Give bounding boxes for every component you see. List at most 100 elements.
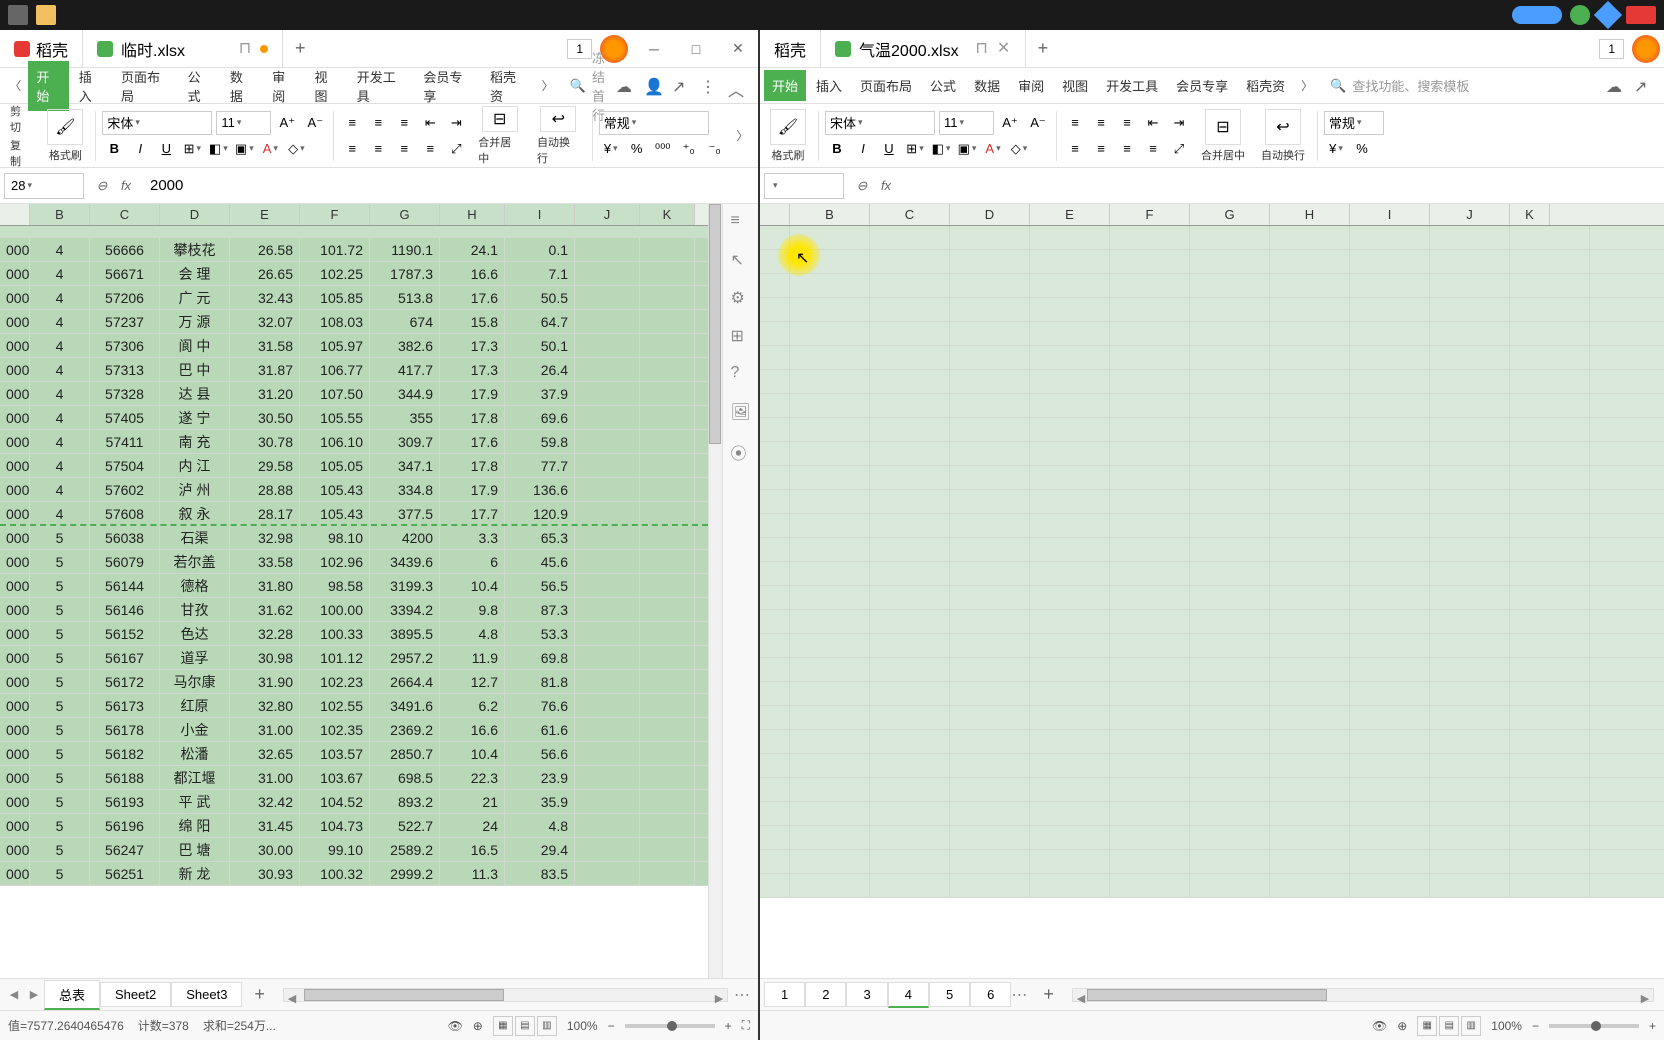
ribbon-tab-formula[interactable]: 公式 bbox=[922, 70, 964, 101]
cell[interactable]: 56196 bbox=[90, 814, 160, 837]
cell[interactable]: 红原 bbox=[160, 694, 230, 717]
cell[interactable] bbox=[950, 250, 1030, 273]
cell[interactable] bbox=[1350, 586, 1430, 609]
cell[interactable] bbox=[640, 478, 695, 501]
cell[interactable] bbox=[950, 682, 1030, 705]
cell[interactable]: 16.6 bbox=[440, 262, 505, 285]
merge-icon[interactable]: ⊟ bbox=[1205, 109, 1241, 145]
ribbon-tab-start[interactable]: 开始 bbox=[764, 70, 806, 101]
cell[interactable]: 17.9 bbox=[440, 382, 505, 405]
cell[interactable] bbox=[1510, 706, 1590, 729]
cell[interactable] bbox=[1270, 346, 1350, 369]
cell[interactable] bbox=[1270, 634, 1350, 657]
cell[interactable] bbox=[575, 454, 640, 477]
cell[interactable]: 会 理 bbox=[160, 262, 230, 285]
cell[interactable] bbox=[1190, 658, 1270, 681]
cell[interactable]: 105.05 bbox=[300, 454, 370, 477]
cell[interactable] bbox=[1350, 250, 1430, 273]
cell[interactable] bbox=[1510, 346, 1590, 369]
cell[interactable] bbox=[1270, 706, 1350, 729]
cell[interactable]: 000 bbox=[0, 790, 30, 813]
cell[interactable] bbox=[790, 490, 870, 513]
cell[interactable] bbox=[1350, 874, 1430, 897]
cell[interactable]: 98.58 bbox=[300, 574, 370, 597]
cell[interactable] bbox=[790, 562, 870, 585]
cell[interactable]: 000 bbox=[0, 646, 30, 669]
cell[interactable] bbox=[1270, 394, 1350, 417]
cell[interactable] bbox=[870, 586, 950, 609]
cell[interactable]: 31.90 bbox=[230, 670, 300, 693]
col-header-d[interactable]: D bbox=[950, 204, 1030, 225]
cell[interactable] bbox=[1190, 610, 1270, 633]
cell[interactable] bbox=[950, 466, 1030, 489]
cell[interactable]: 56.6 bbox=[505, 742, 575, 765]
cell[interactable] bbox=[1190, 322, 1270, 345]
cell[interactable] bbox=[1030, 634, 1110, 657]
cell[interactable] bbox=[1030, 250, 1110, 273]
cell[interactable] bbox=[1030, 466, 1110, 489]
cell[interactable] bbox=[1030, 346, 1110, 369]
cell[interactable]: 都江堰 bbox=[160, 766, 230, 789]
side-image-icon[interactable]: 🖼 bbox=[731, 402, 751, 422]
cell[interactable]: 17.3 bbox=[440, 334, 505, 357]
cell[interactable]: 2664.4 bbox=[370, 670, 440, 693]
font-increase-icon[interactable]: A⁺ bbox=[275, 111, 299, 135]
cell[interactable]: 101.12 bbox=[300, 646, 370, 669]
view-break-icon[interactable]: ▥ bbox=[537, 1016, 557, 1036]
cell[interactable]: 32.28 bbox=[230, 622, 300, 645]
cell[interactable]: 4 bbox=[30, 310, 90, 333]
cell[interactable]: 100.32 bbox=[300, 862, 370, 885]
more-sheets-icon[interactable]: ⋯ bbox=[1011, 985, 1031, 1005]
cell[interactable] bbox=[870, 346, 950, 369]
cell[interactable] bbox=[870, 610, 950, 633]
cell[interactable] bbox=[1190, 226, 1270, 249]
cell[interactable] bbox=[950, 658, 1030, 681]
cell[interactable] bbox=[1190, 874, 1270, 897]
more-icon[interactable]: ⋮ bbox=[700, 77, 718, 95]
cell[interactable]: 16.5 bbox=[440, 838, 505, 861]
cell[interactable] bbox=[1270, 826, 1350, 849]
cell[interactable] bbox=[790, 466, 870, 489]
cell[interactable]: 382.6 bbox=[370, 334, 440, 357]
cell[interactable] bbox=[950, 370, 1030, 393]
cell[interactable] bbox=[790, 370, 870, 393]
cell[interactable]: 32.98 bbox=[230, 526, 300, 549]
cell[interactable] bbox=[870, 730, 950, 753]
cell[interactable]: 103.57 bbox=[300, 742, 370, 765]
font-increase-icon[interactable]: A⁺ bbox=[998, 111, 1022, 135]
cell[interactable] bbox=[1270, 802, 1350, 825]
format-brush-icon[interactable]: 🖌 bbox=[47, 109, 83, 145]
cell[interactable] bbox=[950, 346, 1030, 369]
cell[interactable] bbox=[1030, 706, 1110, 729]
cell[interactable] bbox=[950, 802, 1030, 825]
cell[interactable] bbox=[1510, 874, 1590, 897]
cell[interactable] bbox=[870, 370, 950, 393]
cell[interactable] bbox=[1270, 562, 1350, 585]
cell[interactable] bbox=[790, 706, 870, 729]
cell[interactable]: 57237 bbox=[90, 310, 160, 333]
zoom-out-icon[interactable]: ⊖ bbox=[852, 176, 872, 196]
cell[interactable]: 105.97 bbox=[300, 334, 370, 357]
cell[interactable]: 105.43 bbox=[300, 478, 370, 501]
cell[interactable] bbox=[1030, 226, 1110, 249]
cell[interactable] bbox=[1510, 250, 1590, 273]
cell[interactable]: 37.9 bbox=[505, 382, 575, 405]
cell[interactable]: 28.17 bbox=[230, 502, 300, 524]
cell[interactable]: 120.9 bbox=[505, 502, 575, 524]
cell[interactable] bbox=[1510, 586, 1590, 609]
cell-reference[interactable]: 28 bbox=[4, 173, 84, 199]
cell[interactable]: 15.8 bbox=[440, 310, 505, 333]
cell[interactable] bbox=[640, 670, 695, 693]
cell[interactable]: 3.3 bbox=[440, 526, 505, 549]
side-location-icon[interactable]: ⦿ bbox=[731, 440, 751, 460]
percent-icon[interactable]: % bbox=[1350, 137, 1374, 161]
cell[interactable] bbox=[1430, 826, 1510, 849]
cell[interactable]: 4 bbox=[30, 238, 90, 261]
currency-icon[interactable]: ¥ bbox=[1324, 137, 1348, 161]
cell[interactable]: 87.3 bbox=[505, 598, 575, 621]
decimal-dec-icon[interactable]: ⁻₀ bbox=[703, 137, 727, 161]
cell[interactable] bbox=[1270, 610, 1350, 633]
sheet-tab-3[interactable]: 3 bbox=[846, 982, 887, 1007]
cell[interactable] bbox=[1510, 538, 1590, 561]
ribbon-tab-layout[interactable]: 页面布局 bbox=[852, 70, 920, 101]
